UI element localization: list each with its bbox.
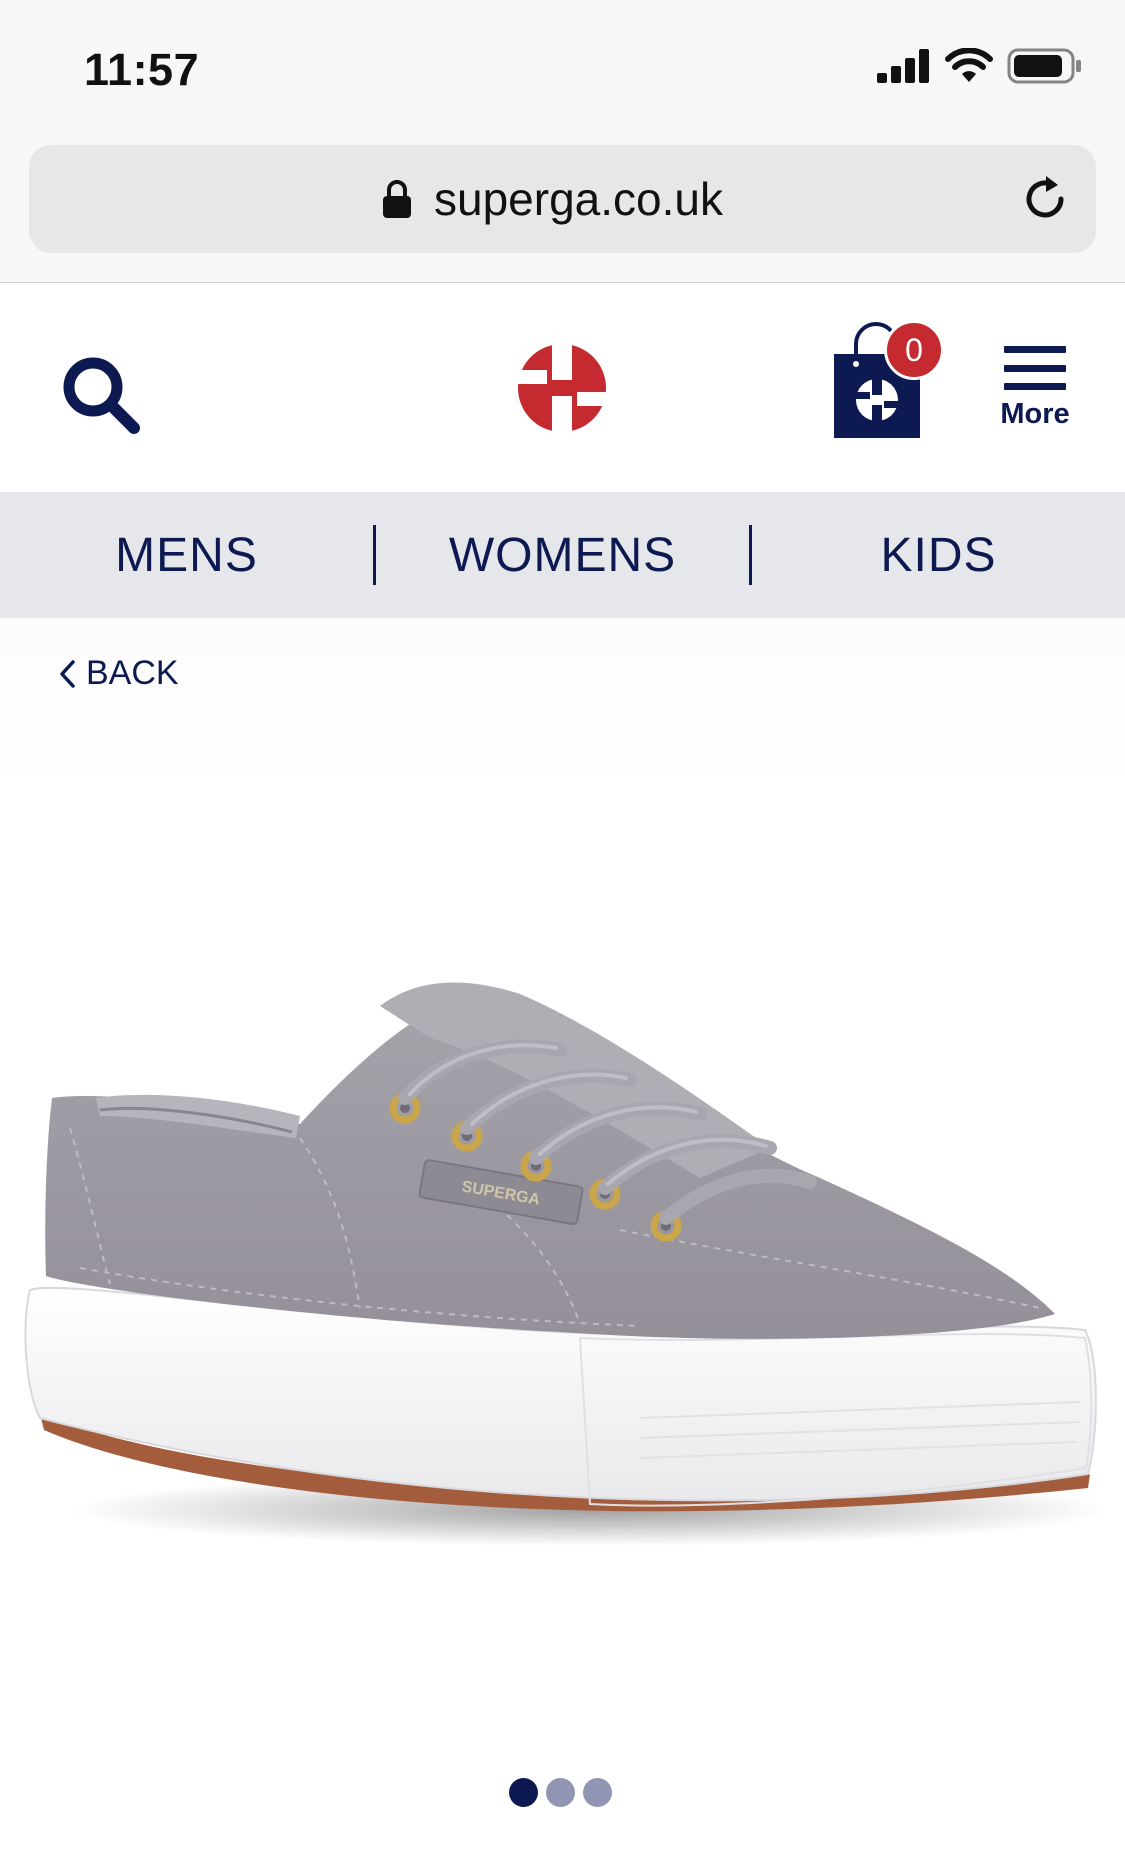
hamburger-icon [1004,346,1066,390]
reload-icon[interactable] [1018,172,1072,226]
url-text: superga.co.uk [434,173,723,225]
more-label: More [1000,398,1070,430]
address-bar-content: superga.co.uk [29,145,1096,253]
carousel-dot-1[interactable] [508,1778,538,1807]
superga-logo[interactable] [497,342,627,434]
nav-item-womens[interactable]: WOMENS [376,528,749,583]
cart-count-badge: 0 [884,320,944,380]
chevron-left-icon [60,659,75,688]
site-header: 0 More [0,284,1125,492]
category-nav: MENS WOMENS KIDS [0,492,1125,618]
back-label: BACK [86,654,179,692]
lock-icon [383,180,412,218]
carousel-dot-3[interactable] [582,1778,612,1807]
browser-chrome: superga.co.uk [0,140,1125,283]
address-bar[interactable]: superga.co.uk [29,145,1096,253]
cart-button[interactable]: 0 [832,320,962,440]
wifi-icon [945,48,993,82]
carousel-dots [0,1778,1125,1807]
status-time: 11:57 [84,44,200,95]
battery-icon [1007,48,1081,84]
carousel-dot-2[interactable] [545,1778,575,1807]
nav-item-kids[interactable]: KIDS [752,528,1125,583]
more-menu-button[interactable]: More [996,346,1074,434]
signal-icon [877,49,929,83]
back-row: BACK [0,618,1125,798]
product-image[interactable]: SUPERGA [0,798,1125,1658]
nav-item-mens[interactable]: MENS [0,528,373,583]
back-link[interactable]: BACK [58,654,179,693]
search-icon[interactable] [58,352,142,436]
status-bar: 11:57 [0,0,1125,140]
status-icons [877,46,1083,86]
